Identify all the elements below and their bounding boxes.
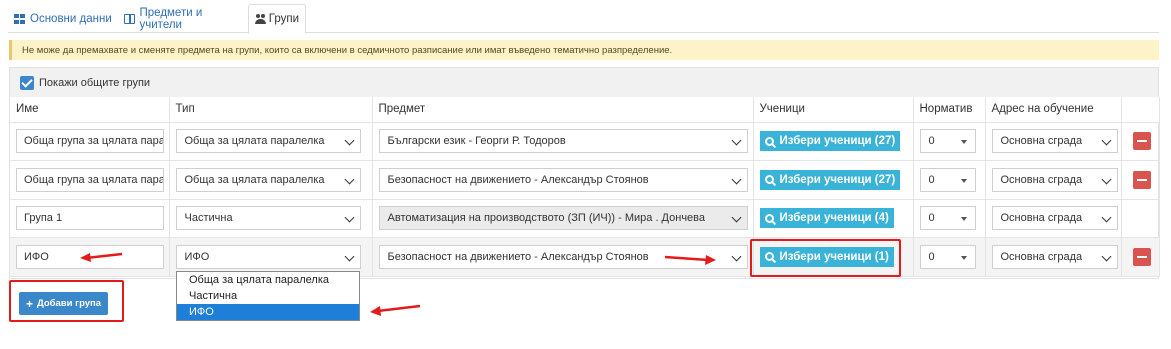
annotation-arrows <box>80 252 716 316</box>
arrow-left-icon <box>80 252 123 262</box>
arrow-left-icon <box>370 304 421 316</box>
arrow-right-icon <box>664 255 716 265</box>
